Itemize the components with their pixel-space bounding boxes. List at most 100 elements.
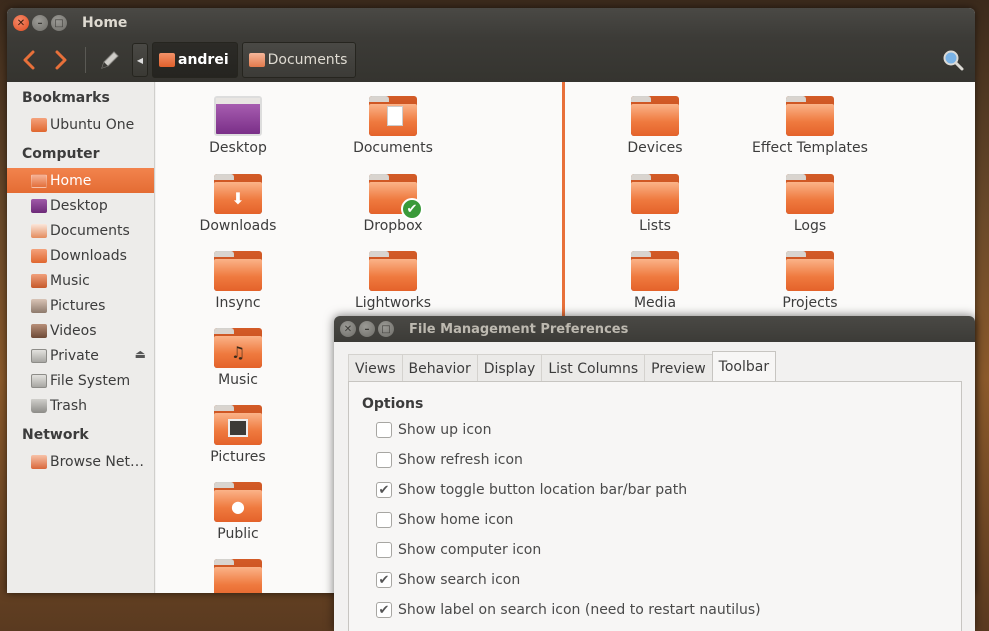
file-item-pictures[interactable]: Pictures <box>168 405 308 465</box>
sidebar-item-videos[interactable]: Videos <box>7 318 154 343</box>
checkbox-unchecked[interactable] <box>376 422 392 438</box>
window-titlebar: ✕ – □ Home <box>7 8 975 38</box>
checkbox-checked[interactable]: ✔ <box>376 602 392 618</box>
sidebar-item-downloads[interactable]: Downloads <box>7 243 154 268</box>
folder-icon <box>631 174 679 214</box>
option-label: Show up icon <box>398 422 492 438</box>
toggle-location-button[interactable] <box>94 44 126 76</box>
music-folder-icon: ♫ <box>214 328 262 368</box>
folder-icon <box>786 96 834 136</box>
documents-folder-icon <box>248 53 265 67</box>
public-folder-icon: ● <box>214 482 262 522</box>
option-show-search-icon[interactable]: ✔ Show search icon <box>376 572 520 588</box>
search-button[interactable] <box>939 46 967 74</box>
sidebar-item-pictures[interactable]: Pictures <box>7 293 154 318</box>
file-item-partial[interactable] <box>168 559 308 593</box>
maximize-window-button[interactable]: □ <box>51 15 67 31</box>
sidebar-item-label: Home <box>50 172 92 189</box>
checkbox-unchecked[interactable] <box>376 512 392 528</box>
documents-folder-icon <box>31 223 47 238</box>
drive-icon <box>31 373 47 388</box>
pencil-icon <box>101 51 119 69</box>
close-window-button[interactable]: ✕ <box>13 15 29 31</box>
breadcrumb-label: andrei <box>178 52 229 68</box>
file-item-label: Desktop <box>209 140 267 156</box>
file-item-label: Media <box>633 295 677 311</box>
sidebar-item-label: Desktop <box>50 197 108 214</box>
file-item-label: Public <box>217 526 259 542</box>
option-show-computer-icon[interactable]: Show computer icon <box>376 542 541 558</box>
file-item-desktop[interactable]: Desktop <box>168 96 308 156</box>
file-item-insync[interactable]: Insync <box>168 251 308 311</box>
window-title: Home <box>82 15 128 31</box>
close-dialog-button[interactable]: ✕ <box>340 321 356 337</box>
breadcrumb-label: Documents <box>267 52 348 68</box>
sidebar-item-trash[interactable]: Trash <box>7 393 154 418</box>
checkbox-unchecked[interactable] <box>376 452 392 468</box>
breadcrumb-documents[interactable]: Documents <box>241 42 357 78</box>
sidebar-item-home[interactable]: Home <box>7 168 154 193</box>
tab-toolbar[interactable]: Toolbar <box>711 351 777 381</box>
videos-folder-icon <box>31 323 47 338</box>
file-item-lists[interactable]: Lists <box>585 174 725 234</box>
checkbox-checked[interactable]: ✔ <box>376 572 392 588</box>
option-show-toggle-button[interactable]: ✔ Show toggle button location bar/bar pa… <box>376 482 687 498</box>
sidebar-item-desktop[interactable]: Desktop <box>7 193 154 218</box>
sidebar-item-ubuntu-one[interactable]: Ubuntu One <box>7 112 154 137</box>
file-item-media[interactable]: Media <box>585 251 725 311</box>
file-item-lightworks[interactable]: Lightworks <box>323 251 463 311</box>
tab-behavior[interactable]: Behavior <box>401 354 478 382</box>
option-show-up-icon[interactable]: Show up icon <box>376 422 491 438</box>
maximize-dialog-button[interactable]: □ <box>378 321 394 337</box>
desktop-folder-icon <box>31 198 47 213</box>
file-item-label: Documents <box>353 140 433 156</box>
sidebar-item-private[interactable]: Private ⏏ <box>7 343 154 368</box>
sidebar-item-file-system[interactable]: File System <box>7 368 154 393</box>
folder-icon <box>369 251 417 291</box>
checkbox-checked[interactable]: ✔ <box>376 482 392 498</box>
music-folder-icon <box>31 273 47 288</box>
option-show-refresh-icon[interactable]: Show refresh icon <box>376 452 523 468</box>
file-item-downloads[interactable]: ⬇ Downloads <box>168 174 308 234</box>
option-show-label-on-search-icon[interactable]: ✔ Show label on search icon (need to res… <box>376 602 761 618</box>
eject-icon[interactable]: ⏏ <box>135 347 146 361</box>
option-label: Show label on search icon (need to resta… <box>398 602 761 618</box>
dialog-title: File Management Preferences <box>409 321 629 337</box>
sidebar-item-documents[interactable]: Documents <box>7 218 154 243</box>
home-folder-icon <box>159 53 175 67</box>
forward-button[interactable] <box>45 44 77 76</box>
search-icon <box>943 50 964 71</box>
file-item-dropbox[interactable]: ✔ Dropbox <box>323 174 463 234</box>
minimize-window-button[interactable]: – <box>32 15 48 31</box>
sidebar-item-music[interactable]: Music <box>7 268 154 293</box>
sidebar-item-label: Ubuntu One <box>50 116 135 133</box>
minimize-dialog-button[interactable]: – <box>359 321 375 337</box>
back-button[interactable] <box>13 44 45 76</box>
file-item-logs[interactable]: Logs <box>740 174 880 234</box>
breadcrumb-scroll-left-button[interactable]: ◀ <box>132 43 148 77</box>
file-item-public[interactable]: ● Public <box>168 482 308 542</box>
desktop-icon <box>214 96 262 136</box>
pictures-folder-icon <box>214 405 262 445</box>
trash-icon <box>31 398 47 413</box>
sidebar-item-browse-network[interactable]: Browse Net… <box>7 449 154 474</box>
file-item-projects[interactable]: Projects <box>740 251 880 311</box>
option-show-home-icon[interactable]: Show home icon <box>376 512 513 528</box>
sidebar-item-label: Trash <box>50 397 87 414</box>
file-item-devices[interactable]: Devices <box>585 96 725 156</box>
file-item-label: Insync <box>215 295 261 311</box>
option-label: Show refresh icon <box>398 452 523 468</box>
sidebar-item-label: Browse Net… <box>50 453 145 470</box>
file-item-label: Projects <box>782 295 838 311</box>
option-label: Show search icon <box>398 572 521 588</box>
breadcrumb-andrei[interactable]: andrei <box>152 42 238 78</box>
tab-display[interactable]: Display <box>476 354 543 382</box>
file-item-music[interactable]: ♫ Music <box>168 328 308 388</box>
tab-list-columns[interactable]: List Columns <box>541 354 646 382</box>
file-item-label: Music <box>218 372 258 388</box>
file-item-documents[interactable]: Documents <box>323 96 463 156</box>
tab-preview[interactable]: Preview <box>644 354 713 382</box>
file-item-effect-templates[interactable]: Effect Templates <box>740 96 880 156</box>
checkbox-unchecked[interactable] <box>376 542 392 558</box>
tab-views[interactable]: Views <box>348 354 403 382</box>
